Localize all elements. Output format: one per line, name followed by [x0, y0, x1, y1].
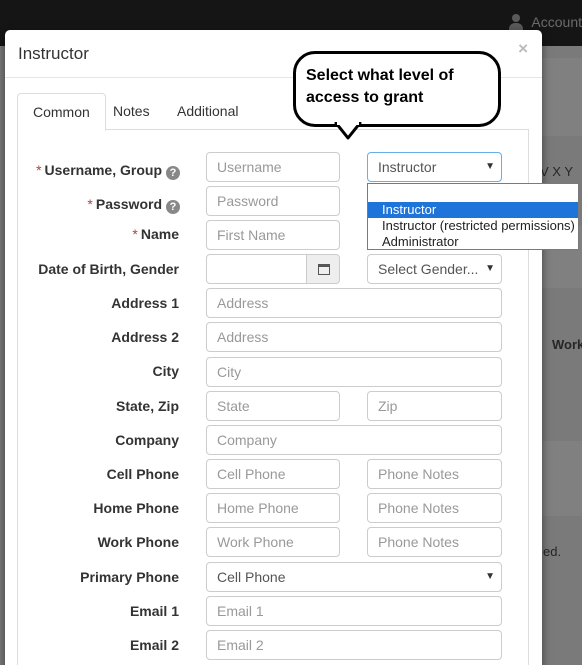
annotation-callout: Select what level of access to grant — [293, 51, 501, 127]
background-ed-text: ed. — [543, 544, 562, 559]
help-icon[interactable]: ? — [166, 166, 180, 180]
callout-tail — [334, 122, 362, 140]
home-phone-label: Home Phone — [93, 500, 179, 516]
background-strip — [537, 441, 582, 516]
username-group-label-text: Username, Group — [44, 162, 162, 178]
cell-phone-input[interactable] — [206, 459, 340, 489]
username-group-label: * Username, Group? — [36, 162, 180, 180]
calendar-button[interactable] — [306, 254, 340, 284]
first-name-input[interactable] — [206, 220, 340, 250]
zip-input[interactable] — [367, 391, 502, 421]
password-label: * Password? — [87, 196, 180, 214]
cell-phone-label: Cell Phone — [106, 466, 179, 482]
cell-phone-notes-input[interactable] — [367, 459, 502, 489]
email1-input[interactable] — [206, 596, 502, 626]
callout-text: Select what level of access to grant — [306, 65, 454, 109]
required-marker: * — [132, 226, 138, 242]
background-work-text: Work — [552, 337, 582, 352]
background-strip — [537, 58, 582, 136]
password-label-text: Password — [95, 196, 162, 212]
close-button[interactable]: × — [518, 39, 528, 59]
chevron-down-icon: ▼ — [485, 263, 495, 274]
name-label: * Name — [132, 226, 179, 242]
home-phone-input[interactable] — [206, 493, 340, 523]
group-option-instructor-restricted[interactable]: Instructor (restricted permissions) — [368, 218, 578, 234]
address1-input[interactable] — [206, 288, 502, 318]
gender-select[interactable]: Select Gender... ▼ — [367, 254, 502, 284]
address2-label: Address 2 — [111, 329, 179, 345]
group-options-list: Instructor Instructor (restricted permis… — [367, 183, 579, 250]
city-input[interactable] — [206, 357, 502, 387]
group-select-value: Instructor — [378, 159, 437, 175]
email2-label: Email 2 — [129, 637, 179, 653]
work-phone-label: Work Phone — [97, 534, 179, 550]
tab-common[interactable]: Common — [17, 93, 106, 131]
username-input[interactable] — [206, 152, 340, 182]
background-letters: V X Y — [540, 164, 574, 179]
home-phone-notes-input[interactable] — [367, 493, 502, 523]
work-phone-notes-input[interactable] — [367, 527, 502, 557]
chevron-down-icon: ▼ — [485, 571, 495, 582]
account-menu[interactable]: Account — [509, 14, 582, 30]
chevron-down-icon: ▼ — [485, 161, 495, 172]
group-option-administrator[interactable]: Administrator — [368, 234, 578, 250]
primary-phone-value: Cell Phone — [217, 569, 286, 585]
calendar-icon — [318, 264, 330, 275]
required-marker: * — [36, 162, 42, 178]
group-option-instructor[interactable]: Instructor — [368, 202, 578, 218]
address2-input[interactable] — [206, 322, 502, 352]
help-icon[interactable]: ? — [166, 200, 180, 214]
state-zip-label: State, Zip — [115, 398, 179, 414]
group-select[interactable]: Instructor ▼ — [367, 152, 502, 182]
work-phone-input[interactable] — [206, 527, 340, 557]
callout-line-1: Select what level of — [306, 67, 454, 84]
tab-notes[interactable]: Notes — [98, 93, 165, 130]
required-marker: * — [87, 196, 93, 212]
company-label: Company — [115, 432, 179, 448]
email2-input[interactable] — [206, 630, 502, 660]
state-input[interactable] — [206, 391, 340, 421]
name-label-text: Name — [140, 226, 179, 242]
city-label: City — [152, 363, 179, 379]
address1-label: Address 1 — [111, 295, 179, 311]
gender-select-value: Select Gender... — [378, 261, 479, 277]
tab-additional[interactable]: Additional — [162, 93, 254, 130]
email1-label: Email 1 — [129, 603, 179, 619]
company-input[interactable] — [206, 425, 502, 455]
dob-input[interactable] — [206, 254, 307, 284]
password-input[interactable] — [206, 186, 340, 216]
user-icon — [509, 14, 524, 30]
primary-phone-label: Primary Phone — [80, 569, 179, 585]
modal-title: Instructor — [18, 44, 89, 63]
primary-phone-select[interactable]: Cell Phone ▼ — [206, 562, 502, 592]
account-label: Account — [531, 14, 582, 30]
dob-gender-label: Date of Birth, Gender — [38, 261, 179, 277]
callout-line-2: access to grant — [306, 89, 424, 106]
